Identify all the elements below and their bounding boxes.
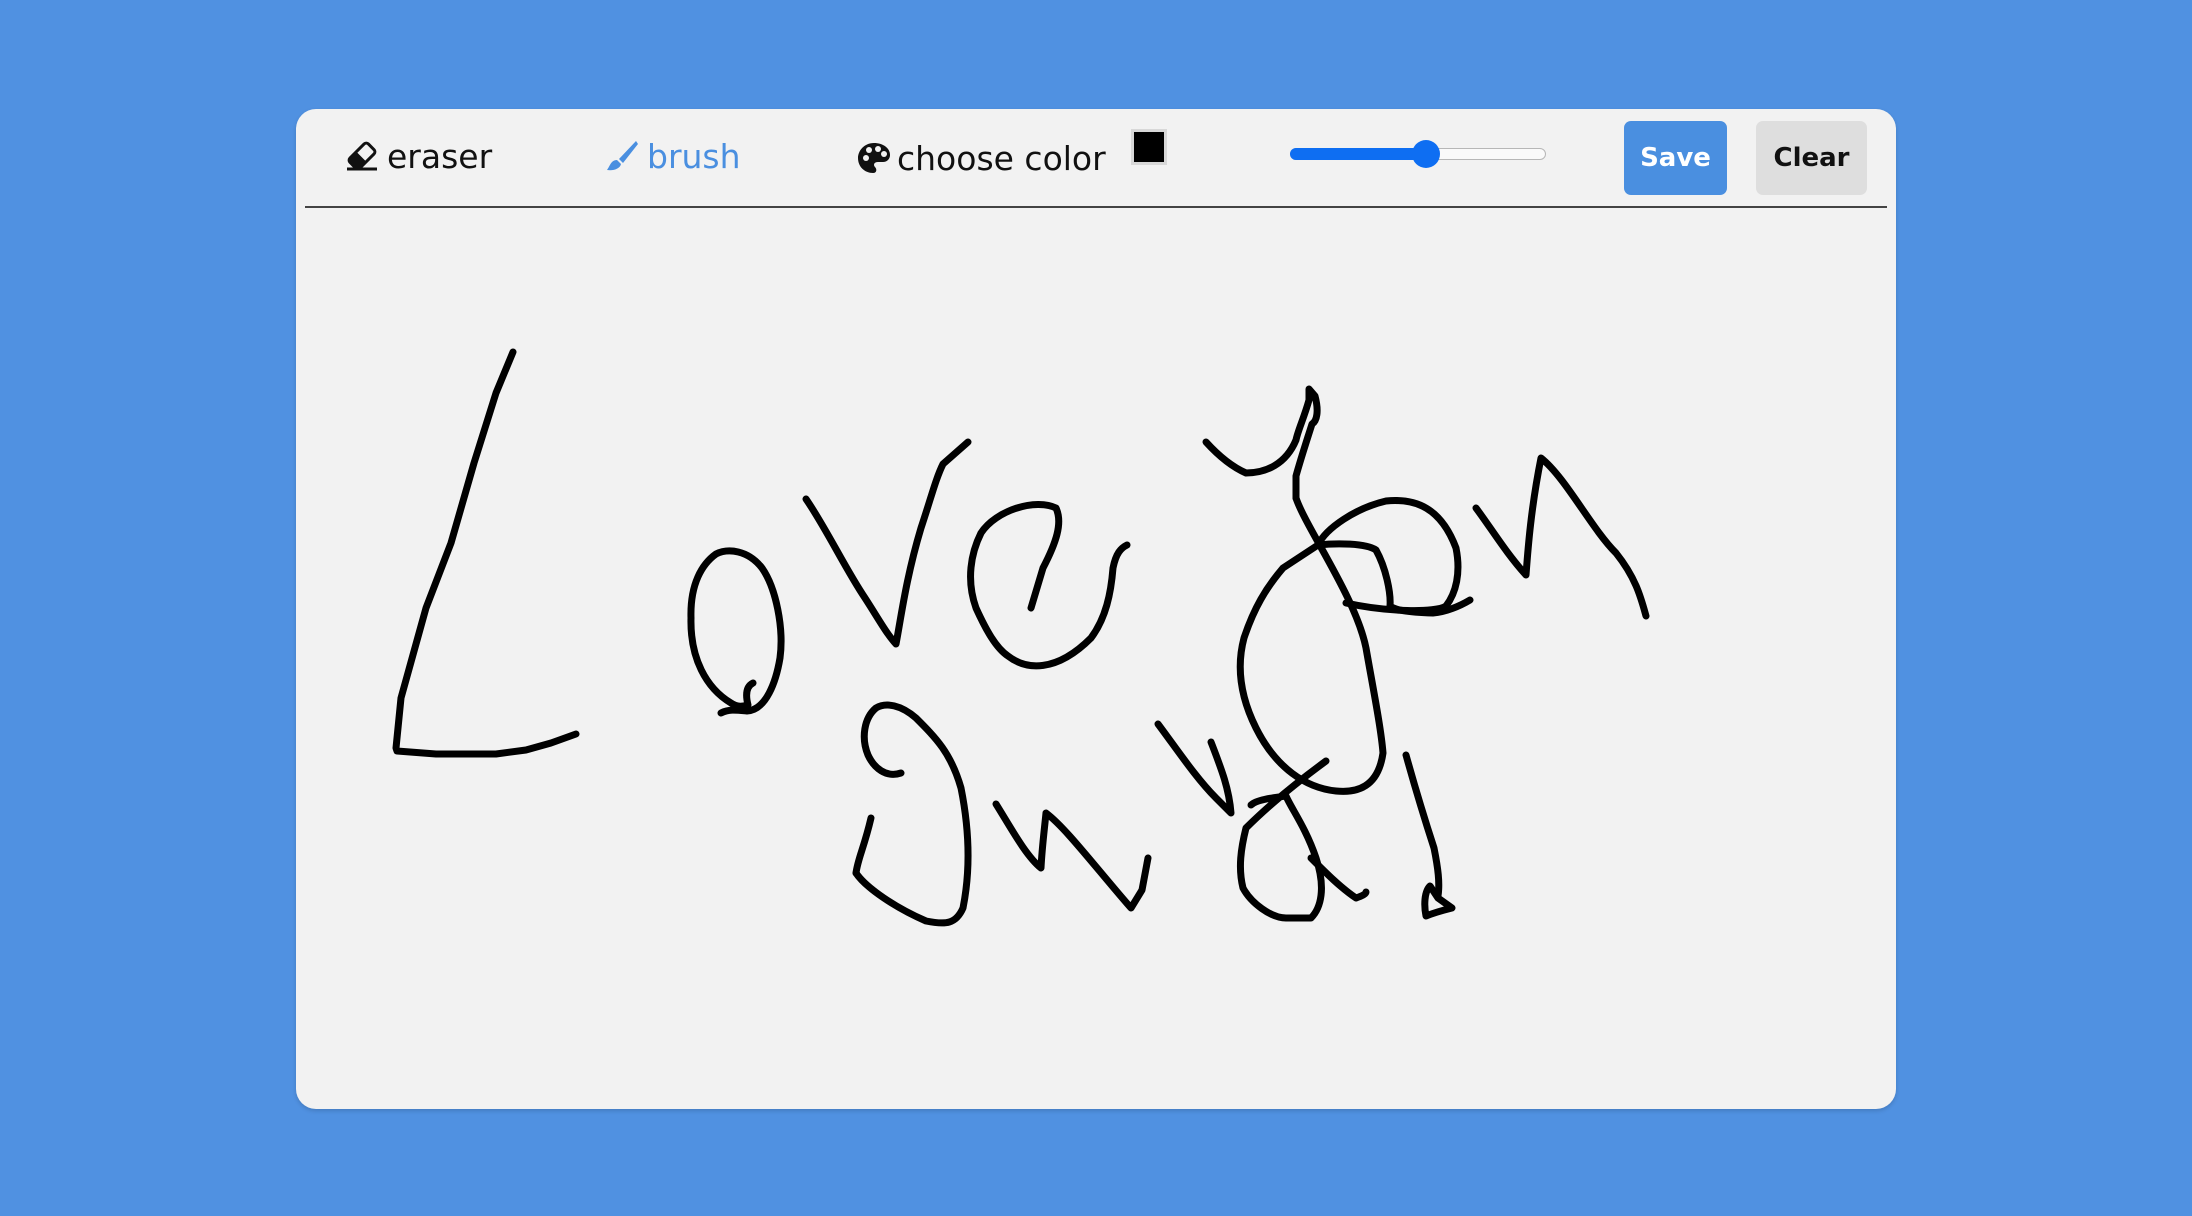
palette-icon — [857, 141, 891, 175]
slider-thumb[interactable] — [1412, 140, 1440, 168]
drawing-stroke — [392, 348, 580, 758]
drawing-canvas[interactable] — [296, 208, 1896, 1109]
drawing-app: eraser brush choose color Save Clear — [296, 109, 1896, 1109]
save-button[interactable]: Save — [1624, 121, 1727, 195]
slider-fill — [1290, 148, 1426, 160]
brush-label: brush — [647, 136, 741, 176]
drawing-stroke — [1472, 454, 1650, 620]
eraser-icon — [345, 141, 379, 171]
eraser-tool[interactable]: eraser — [345, 133, 492, 179]
drawing-stroke — [967, 501, 1131, 670]
drawing-stroke — [1402, 751, 1443, 900]
drawing-stroke — [1154, 720, 1235, 817]
clear-button[interactable]: Clear — [1756, 121, 1867, 195]
drawing-stroke — [852, 701, 972, 927]
drawing-stroke — [802, 438, 972, 648]
drawing-stroke — [687, 547, 785, 717]
drawing-stroke — [1202, 385, 1321, 502]
paintbrush-icon — [605, 139, 639, 173]
choose-color-tool[interactable]: choose color — [857, 135, 1106, 181]
color-swatch[interactable] — [1131, 129, 1167, 165]
drawing-stroke — [852, 814, 875, 877]
brush-size-slider[interactable] — [1290, 140, 1546, 168]
choose-color-label: choose color — [897, 138, 1106, 178]
eraser-label: eraser — [387, 136, 493, 176]
brush-tool[interactable]: brush — [605, 133, 741, 179]
toolbar: eraser brush choose color Save Clear — [305, 109, 1887, 208]
drawing-stroke — [992, 800, 1152, 912]
